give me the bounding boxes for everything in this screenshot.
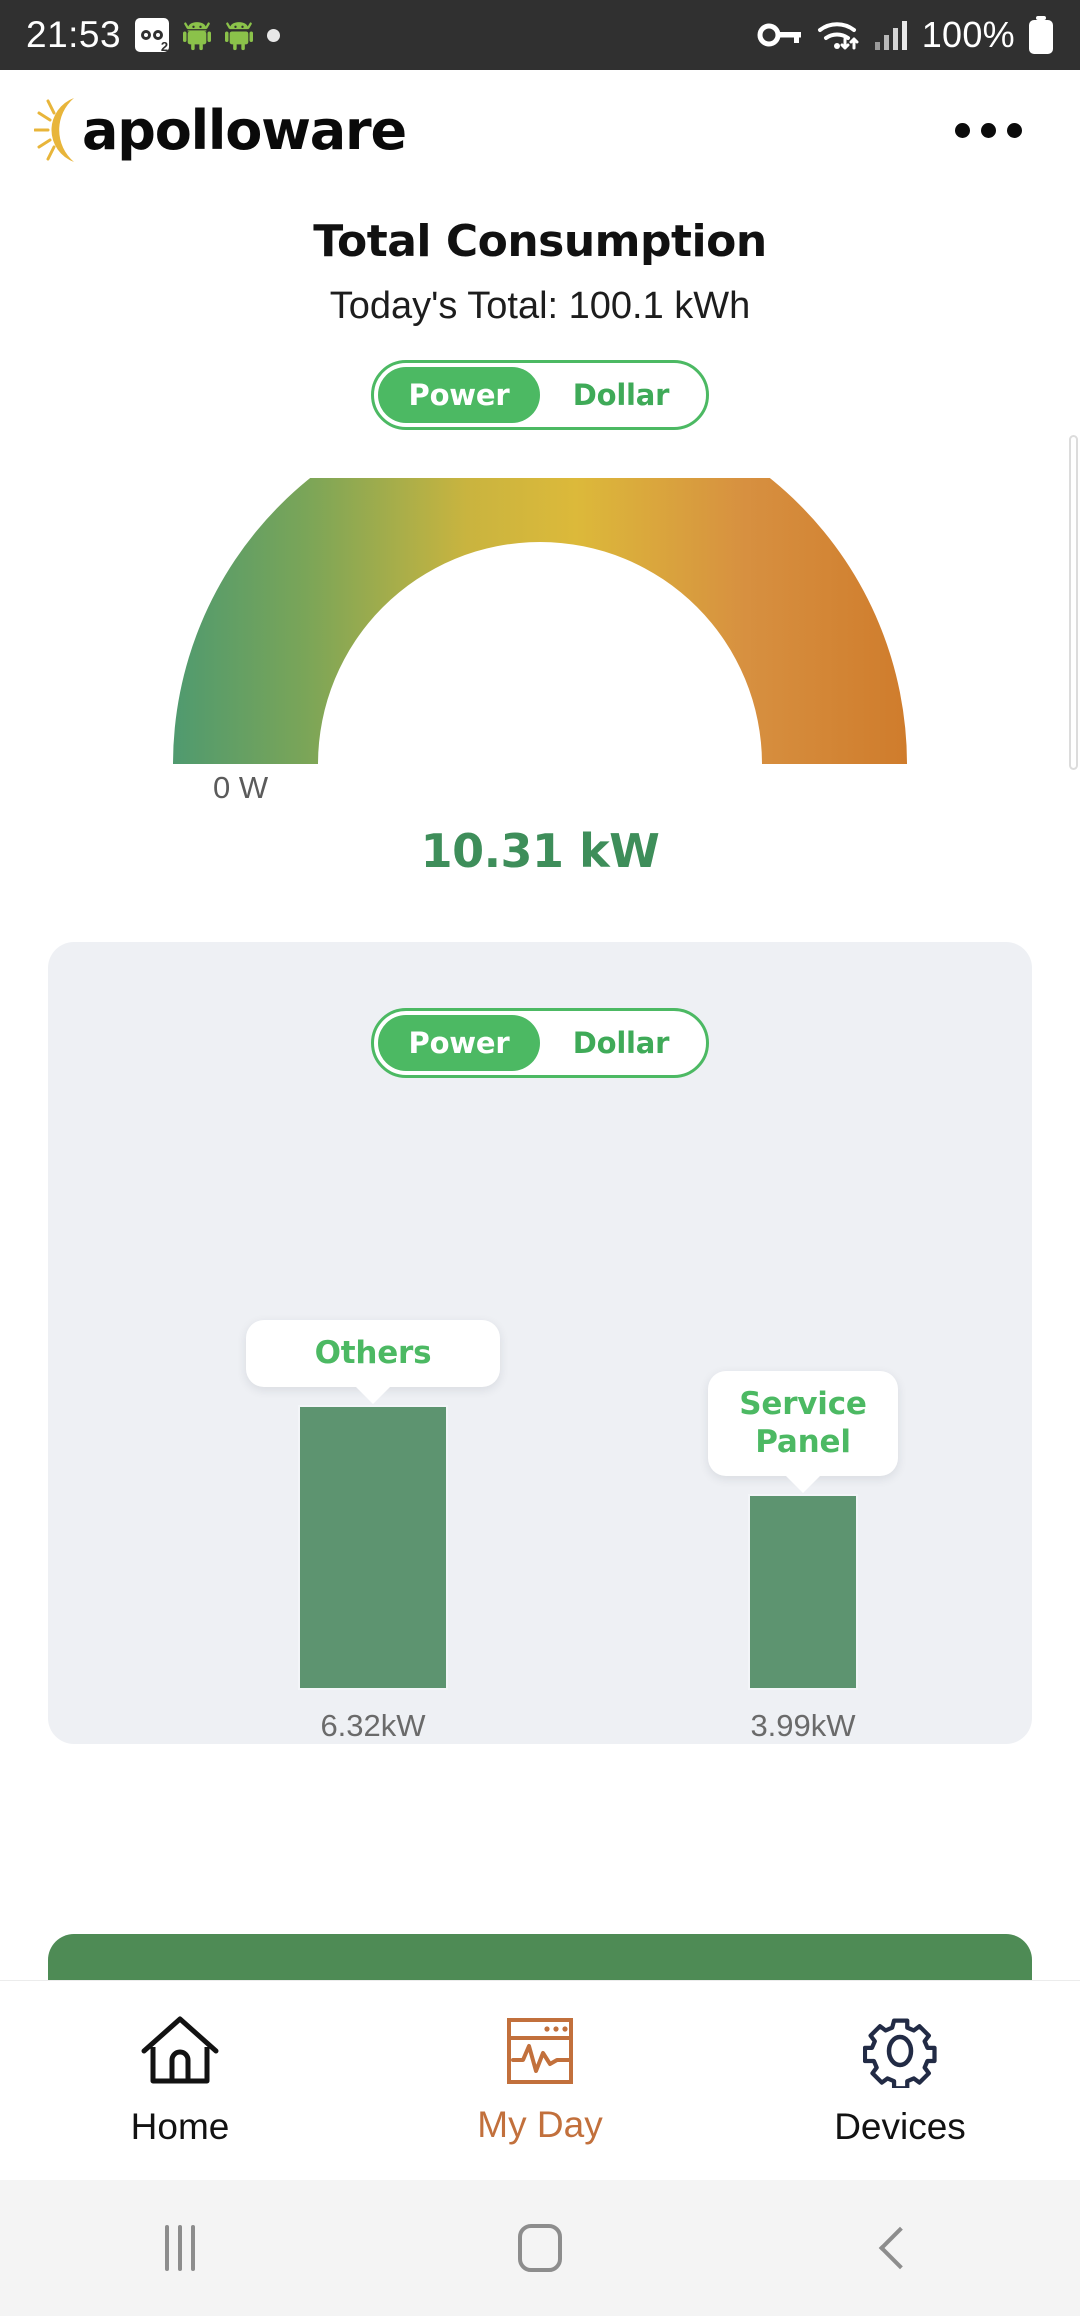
recents-button[interactable]: [0, 2225, 360, 2271]
breakdown-bar-chart: Others 6.32kW Service Panel 3.99kW: [48, 1122, 1032, 1744]
signal-icon: [874, 21, 907, 50]
toggle-option-power[interactable]: Power: [378, 367, 540, 423]
daily-total-label: Today's Total: 100.1 kWh: [329, 285, 751, 327]
home-icon: [141, 2016, 219, 2083]
toggle-option-dollar[interactable]: Dollar: [540, 367, 702, 423]
bar-others[interactable]: [298, 1405, 448, 1690]
android-status-bar: 21:53 2 100%: [0, 0, 1080, 70]
battery-percent-label: 100%: [921, 14, 1015, 55]
bar-value-service-panel: 3.99kW: [750, 1708, 856, 1743]
status-bar-clock: 21:53: [26, 14, 122, 55]
nav-item-my-day[interactable]: My Day: [360, 2016, 720, 2146]
brand-logo[interactable]: apolloware: [34, 92, 407, 168]
bar-value-others: 6.32kW: [320, 1708, 426, 1743]
bar-group-others[interactable]: Others 6.32kW: [238, 1320, 508, 1744]
android-icon: [225, 22, 254, 51]
nav-item-devices[interactable]: Devices: [720, 2014, 1080, 2148]
nav-label-my-day: My Day: [477, 2103, 603, 2145]
home-square-icon: [518, 2224, 562, 2272]
vertical-scrollbar[interactable]: [1069, 435, 1078, 770]
overflow-menu-icon[interactable]: [937, 105, 1040, 156]
voicemail-icon: 2: [135, 18, 170, 54]
overview-unit-toggle[interactable]: Power Dollar: [371, 360, 709, 430]
status-bar-right: 100%: [757, 14, 1054, 56]
gauge-min-label: 0 W: [213, 770, 269, 805]
bottom-navigation: Home My Day Devices: [0, 1980, 1080, 2180]
main-scroll-area[interactable]: Total Consumption Today's Total: 100.1 k…: [0, 190, 1080, 1980]
back-button[interactable]: [720, 2226, 1080, 2270]
status-bar-left: 21:53 2: [26, 14, 281, 56]
bar-tooltip-others: Others: [246, 1320, 500, 1387]
home-button[interactable]: [360, 2224, 720, 2272]
page-title: Total Consumption: [313, 216, 767, 267]
breakdown-toggle-option-dollar[interactable]: Dollar: [540, 1015, 702, 1071]
nav-item-home[interactable]: Home: [0, 2014, 360, 2148]
vpn-key-icon: [757, 23, 801, 47]
wifi-icon: [817, 22, 859, 50]
back-chevron-icon: [878, 2226, 922, 2270]
android-icon: [183, 22, 212, 51]
breakdown-toggle-option-power[interactable]: Power: [378, 1015, 540, 1071]
voicemail-badge-count: 2: [160, 39, 169, 54]
breakdown-unit-toggle[interactable]: Power Dollar: [371, 1008, 709, 1078]
consumption-gauge: 0 W: [0, 478, 1080, 808]
breakdown-card: Power Dollar Others 6.32kW Service Panel…: [48, 942, 1032, 1744]
bar-group-service-panel[interactable]: Service Panel 3.99kW: [668, 1299, 938, 1745]
app-header: apolloware: [0, 70, 1080, 190]
nav-label-devices: Devices: [834, 2105, 966, 2147]
recents-icon: [165, 2225, 195, 2271]
battery-icon: [1029, 16, 1053, 54]
dot-icon: [267, 28, 281, 42]
android-navigation-bar: [0, 2180, 1080, 2316]
gauge-value-label: 10.31 kW: [420, 824, 660, 878]
nav-label-home: Home: [130, 2105, 230, 2147]
sunburst-icon: [34, 98, 74, 162]
brand-name: apolloware: [82, 98, 407, 162]
bar-service-panel[interactable]: [748, 1494, 858, 1690]
monitor-chart-icon: [507, 2017, 573, 2084]
bar-tooltip-service-panel: Service Panel: [708, 1370, 898, 1476]
gauge-arc: [173, 478, 907, 764]
gear-icon: [863, 2017, 937, 2088]
next-card-preview[interactable]: [48, 1934, 1032, 1980]
